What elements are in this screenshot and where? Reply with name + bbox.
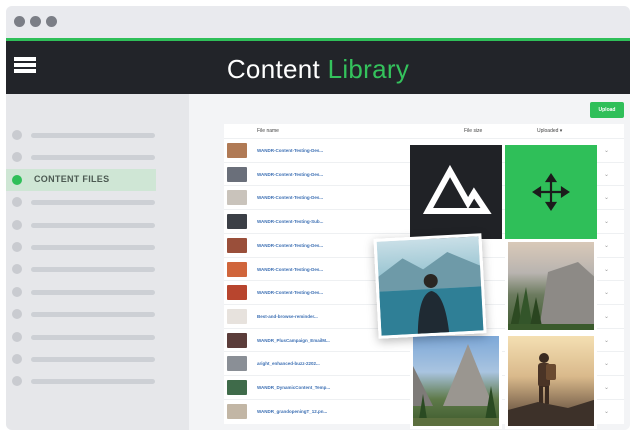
window-dot[interactable] [30, 16, 41, 27]
file-name-link[interactable]: WANDR_PlusCampaign_EmailM... [257, 338, 330, 343]
sidebar-item-label: CONTENT FILES [34, 173, 110, 184]
sidebar-item[interactable] [6, 348, 189, 370]
chevron-down-icon[interactable]: ⌄ [604, 266, 609, 273]
chevron-down-icon[interactable]: ⌄ [604, 289, 609, 296]
photo-forest-cliff[interactable] [505, 239, 597, 333]
sidebar-bullet-icon [12, 130, 22, 140]
title-accent: Library [327, 54, 410, 84]
sidebar-item[interactable] [6, 258, 189, 280]
move-tile[interactable] [505, 145, 597, 239]
brand-logo-tile[interactable] [410, 145, 502, 239]
sidebar-bullet-icon [12, 197, 22, 208]
sidebar-bullet-icon [12, 286, 22, 297]
sidebar-item-placeholder [31, 357, 155, 362]
chevron-down-icon[interactable]: ⌄ [604, 242, 609, 249]
title-main: Content [226, 54, 321, 84]
chevron-down-icon[interactable]: ⌄ [604, 171, 609, 178]
photo-hiker-sunset[interactable] [505, 333, 597, 429]
window-dot[interactable] [46, 16, 57, 27]
file-thumbnail [227, 403, 247, 419]
file-thumbnail [227, 356, 247, 372]
chevron-down-icon[interactable]: ⌄ [604, 384, 609, 391]
sidebar-item[interactable] [6, 303, 189, 325]
sidebar-item[interactable] [6, 281, 189, 303]
sidebar-item-placeholder [31, 334, 155, 340]
chevron-down-icon[interactable]: ⌄ [604, 408, 609, 415]
sidebar: CONTENT FILES [6, 94, 189, 430]
chevron-down-icon[interactable]: ⌄ [604, 360, 609, 367]
sidebar-item-placeholder [31, 312, 155, 318]
sidebar-item-placeholder [31, 222, 155, 228]
sidebar-bullet-icon [12, 331, 22, 342]
file-name-link[interactable]: WANDR-Content-Testing-Des... [257, 172, 323, 177]
sidebar-bullet-icon [12, 264, 22, 275]
file-name-link[interactable]: WANDR-Content-Testing-Des... [257, 290, 323, 295]
sidebar-item-placeholder [31, 133, 155, 138]
move-arrows-icon [532, 173, 570, 211]
sidebar-bullet-icon [12, 354, 22, 364]
file-name-link[interactable]: WANDR-Content-Testing-Des... [257, 267, 323, 272]
sidebar-item-placeholder [31, 245, 155, 250]
file-thumbnail [227, 380, 247, 395]
sidebar-item[interactable] [6, 326, 189, 348]
sidebar-bullet-icon [12, 376, 22, 387]
file-thumbnail [227, 332, 247, 348]
mountain-logo-icon [422, 164, 492, 214]
sidebar-bullet-icon [12, 309, 22, 320]
sidebar-item-placeholder [31, 379, 155, 385]
file-thumbnail [227, 143, 247, 158]
upload-button[interactable]: Upload [590, 102, 624, 118]
file-thumbnail [227, 166, 247, 182]
chevron-down-icon[interactable]: ⌄ [604, 147, 609, 154]
sidebar-item[interactable] [6, 214, 189, 236]
file-name-link[interactable]: WANDR-Content-Testing-Des... [257, 148, 323, 153]
sidebar-item[interactable] [6, 236, 189, 258]
photo-yosemite-valley[interactable] [410, 333, 502, 429]
file-name-link[interactable]: WANDR-Content-Testing-Des... [257, 243, 323, 248]
app-window: Content Library CONTENT FILES Upload Fil… [6, 6, 630, 430]
page-title: Content Library [6, 54, 630, 85]
chevron-down-icon[interactable]: ⌄ [604, 337, 609, 344]
file-name-link[interactable]: WANDR_DynamicContent_Temp... [257, 385, 330, 390]
chevron-down-icon[interactable]: ⌄ [604, 194, 609, 201]
sidebar-item[interactable] [6, 124, 189, 146]
file-name-link[interactable]: aright_enhanced-buzz-2202... [257, 361, 320, 366]
column-header-uploaded[interactable]: Uploaded ▾ [537, 128, 562, 134]
window-dot[interactable] [14, 16, 25, 27]
sidebar-item-placeholder [31, 267, 155, 273]
sidebar-bullet-icon [12, 242, 22, 252]
sidebar-item[interactable] [6, 146, 189, 168]
file-name-link[interactable]: WANDR-Content-Testing-Des... [257, 195, 323, 200]
file-thumbnail [227, 190, 247, 206]
photo-lake-person[interactable] [373, 233, 487, 339]
file-name-link[interactable]: WANDR_grandopeningT_12.pn... [257, 409, 327, 414]
sidebar-item-placeholder [31, 200, 155, 206]
sidebar-bullet-icon [12, 152, 22, 163]
column-header-file-name[interactable]: File name [257, 128, 279, 134]
file-thumbnail [227, 261, 247, 277]
sidebar-item[interactable] [6, 370, 189, 392]
sidebar-item[interactable] [6, 191, 189, 213]
file-thumbnail [227, 285, 247, 301]
file-thumbnail [227, 308, 247, 324]
table-header: File name File size Uploaded ▾ [224, 124, 624, 138]
file-thumbnail [227, 214, 247, 230]
app-header: Content Library [6, 38, 630, 94]
file-thumbnail [227, 237, 247, 253]
column-header-file-size[interactable]: File size [464, 128, 482, 134]
chevron-down-icon[interactable]: ⌄ [604, 218, 609, 225]
file-name-link[interactable]: Best-and-browse-reminder... [257, 314, 318, 319]
sidebar-item-content-files[interactable]: CONTENT FILES [6, 168, 156, 191]
sidebar-bullet-icon [12, 174, 22, 185]
window-chrome [6, 6, 630, 38]
chevron-down-icon[interactable]: ⌄ [604, 313, 609, 320]
file-name-link[interactable]: WANDR-Content-Testing-Sub... [257, 219, 323, 224]
sidebar-item-placeholder [31, 289, 155, 295]
sidebar-bullet-icon [12, 219, 22, 230]
sidebar-item-placeholder [31, 155, 155, 161]
